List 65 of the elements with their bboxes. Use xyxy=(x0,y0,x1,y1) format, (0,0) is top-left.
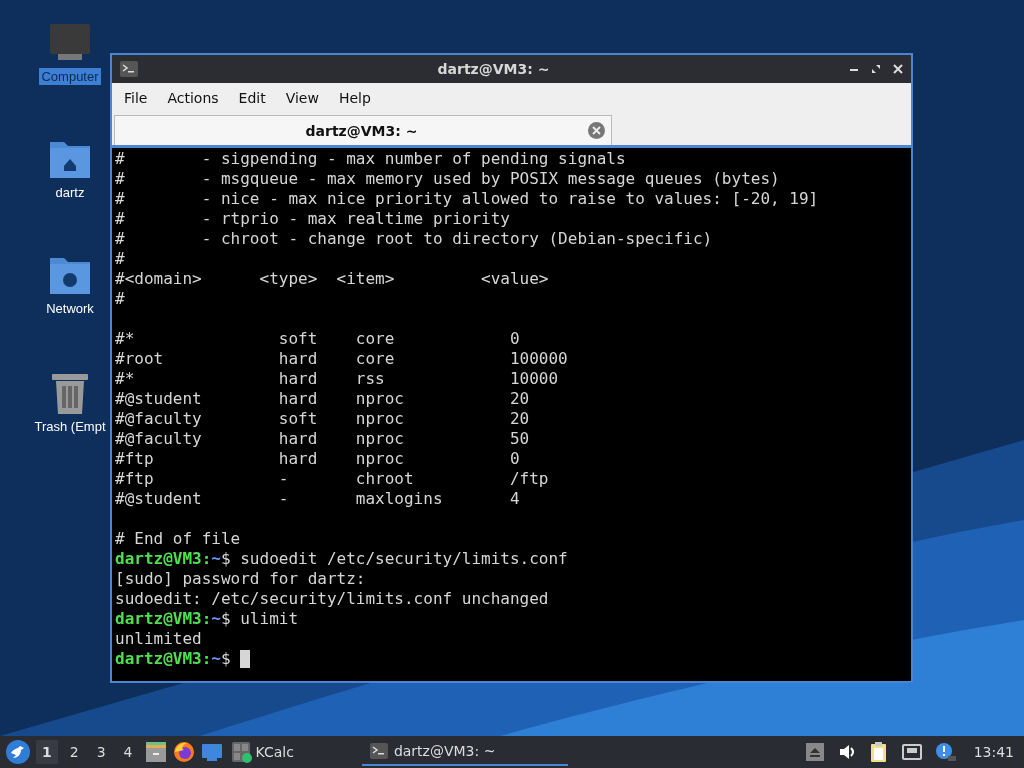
prompt-user: dartz@VM3: xyxy=(115,609,212,629)
maximize-icon[interactable] xyxy=(871,64,881,74)
close-icon[interactable] xyxy=(893,64,903,74)
terminal-line: # - chroot - change root to directory (Debian-specific) xyxy=(115,229,713,249)
prompt-path: ~ xyxy=(211,549,221,569)
terminal-line: # - msgqueue - max memory used by POSIX message queues (bytes) xyxy=(115,169,780,189)
menu-item[interactable]: Edit xyxy=(228,87,276,109)
terminal-command: $ ulimit xyxy=(220,609,299,629)
terminal-line: #@faculty hard nproc 50 xyxy=(115,429,530,449)
menu-item[interactable]: File xyxy=(114,87,158,109)
tab[interactable]: dartz@VM3: ~ xyxy=(114,115,612,145)
terminal-line: #* soft core 0 xyxy=(115,329,520,349)
prompt-user: dartz@VM3: xyxy=(115,649,212,669)
eject-icon[interactable] xyxy=(805,743,824,761)
bird-logo-icon[interactable] xyxy=(6,740,30,764)
terminal-line: # xyxy=(115,289,125,309)
notification-icon[interactable] xyxy=(935,742,956,762)
menu-item[interactable]: Actions xyxy=(157,87,229,109)
terminal-line: # - sigpending - max number of pending signals xyxy=(115,149,626,169)
terminal-line: #ftp - chroot /ftp xyxy=(115,469,549,489)
terminal-line: # - nice - max nice priority allowed to raise to values: [-20, 19] xyxy=(115,189,819,209)
terminal-line: # xyxy=(115,249,125,269)
window-title: dartz@VM3: ~ xyxy=(436,61,551,77)
desktop-icon[interactable] xyxy=(200,742,223,762)
clock[interactable]: 13:41 xyxy=(973,744,1014,760)
calculator-icon xyxy=(230,741,253,763)
terminal-line: #@student hard nproc 20 xyxy=(115,389,530,409)
terminal-command: $ xyxy=(220,649,231,669)
terminal-line: #<domain> <type> <item> <value> xyxy=(115,269,549,289)
workspace-button[interactable]: 2 xyxy=(63,740,85,764)
prompt-path: ~ xyxy=(211,609,221,629)
terminal-line: #@faculty soft nproc 20 xyxy=(115,409,530,429)
desktop-icon-label[interactable]: Computer xyxy=(39,68,101,85)
ethernet-icon[interactable] xyxy=(901,743,922,761)
menu-item[interactable]: View xyxy=(275,87,329,109)
desktop-icon-label[interactable]: Network xyxy=(44,300,96,317)
clipboard-icon[interactable] xyxy=(869,742,888,762)
volume-icon[interactable] xyxy=(837,743,856,761)
file-cabinet-icon[interactable] xyxy=(144,741,167,763)
terminal-command: $ sudoedit /etc/security/limits.conf xyxy=(220,549,568,569)
terminal-line: #* hard rss 10000 xyxy=(115,369,559,389)
workspace-button[interactable]: 3 xyxy=(90,740,112,764)
terminal-line: sudoedit: /etc/security/limits.conf unchanged xyxy=(115,589,549,609)
terminal-line: #ftp hard nproc 0 xyxy=(115,449,520,469)
terminal-line: #@student - maxlogins 4 xyxy=(115,489,520,509)
terminal-line: unlimited xyxy=(115,629,202,649)
menu-item[interactable]: Help xyxy=(328,87,381,109)
prompt-user: dartz@VM3: xyxy=(115,549,212,569)
terminal-icon xyxy=(369,743,388,759)
workspace-button[interactable]: 1 xyxy=(36,740,58,764)
terminal-icon xyxy=(120,61,138,77)
close-tab-icon[interactable] xyxy=(588,122,605,139)
taskbar-window-button[interactable]: dartz@VM3: ~ xyxy=(361,738,568,766)
terminal-line: [sudo] password for dartz: xyxy=(115,569,366,589)
terminal-line: # End of file xyxy=(115,529,241,549)
desktop-icon-label[interactable]: dartz xyxy=(53,184,87,201)
calculator-launcher[interactable]: KCalc xyxy=(228,739,296,765)
terminal-line: #root hard core 100000 xyxy=(115,349,568,369)
workspace-button[interactable]: 4 xyxy=(117,740,139,764)
desktop-icon-label[interactable]: Trash (Empt xyxy=(32,418,108,435)
network-folder-icon[interactable] xyxy=(48,256,92,296)
terminal-line: # - rtprio - max realtime priority xyxy=(115,209,510,229)
prompt-path: ~ xyxy=(211,649,221,669)
home-folder-icon[interactable] xyxy=(48,140,92,180)
fox-globe-icon[interactable] xyxy=(172,741,195,763)
